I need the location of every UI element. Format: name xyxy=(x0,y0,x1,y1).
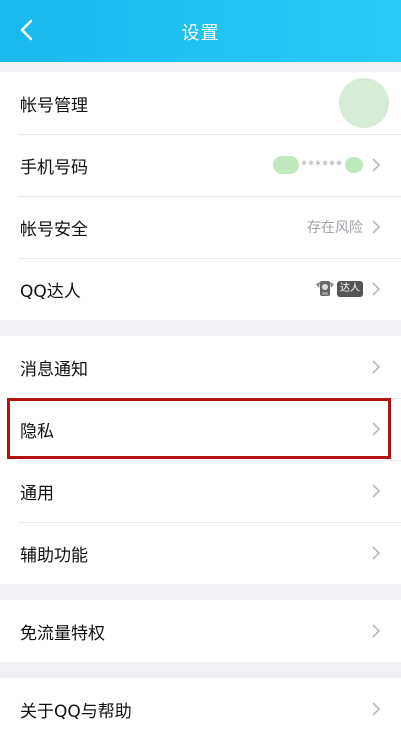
qq-talent-label: QQ达人 xyxy=(20,281,81,302)
account-security-item[interactable]: 帐号安全 存在风险 xyxy=(0,196,401,258)
phone-masked-text: ****** xyxy=(301,158,343,172)
chevron-right-icon xyxy=(372,546,381,560)
about-help-label: 关于QQ与帮助 xyxy=(20,701,132,722)
chevron-right-icon xyxy=(372,282,381,296)
account-management-label: 帐号管理 xyxy=(20,95,88,116)
settings-group-about: 关于QQ与帮助 xyxy=(0,678,401,740)
free-data-item[interactable]: 免流量特权 xyxy=(0,600,401,662)
chevron-right-icon xyxy=(372,360,381,374)
privacy-item[interactable]: 隐私 xyxy=(0,398,401,460)
redaction-mark xyxy=(345,157,363,173)
security-status: 存在风险 xyxy=(307,220,363,236)
medal-icon xyxy=(316,281,334,296)
phone-number-item[interactable]: 手机号码 ****** xyxy=(0,134,401,196)
account-security-label: 帐号安全 xyxy=(20,219,88,240)
settings-group-data: 免流量特权 xyxy=(0,600,401,662)
accessibility-label: 辅助功能 xyxy=(20,545,88,566)
talent-badge: 达人 xyxy=(314,278,363,300)
settings-group-account: 帐号管理 手机号码 ****** 帐号安全 存在风险 QQ达人 达人 xyxy=(0,72,401,320)
chevron-right-icon xyxy=(372,484,381,498)
chevron-right-icon xyxy=(372,220,381,234)
general-item[interactable]: 通用 xyxy=(0,460,401,522)
page-title: 设置 xyxy=(181,23,220,44)
settings-group-general: 消息通知 隐私 通用 辅助功能 xyxy=(0,336,401,584)
header-bar: 设置 xyxy=(0,0,401,62)
notifications-label: 消息通知 xyxy=(20,359,88,380)
phone-number-label: 手机号码 xyxy=(20,157,88,178)
notifications-item[interactable]: 消息通知 xyxy=(0,336,401,398)
chevron-right-icon xyxy=(372,702,381,716)
free-data-label: 免流量特权 xyxy=(20,623,105,644)
accessibility-item[interactable]: 辅助功能 xyxy=(0,522,401,584)
qq-talent-item[interactable]: QQ达人 达人 xyxy=(0,258,401,320)
privacy-label: 隐私 xyxy=(20,421,54,442)
account-management-item[interactable]: 帐号管理 xyxy=(0,72,401,134)
chevron-right-icon xyxy=(372,158,381,172)
chevron-right-icon xyxy=(372,422,381,436)
chevron-right-icon xyxy=(372,624,381,638)
avatar xyxy=(339,78,389,128)
talent-badge-text: 达人 xyxy=(337,281,363,297)
general-label: 通用 xyxy=(20,483,54,504)
redaction-mark xyxy=(273,156,299,174)
phone-number-value: ****** xyxy=(273,156,363,174)
about-help-item[interactable]: 关于QQ与帮助 xyxy=(0,678,401,740)
